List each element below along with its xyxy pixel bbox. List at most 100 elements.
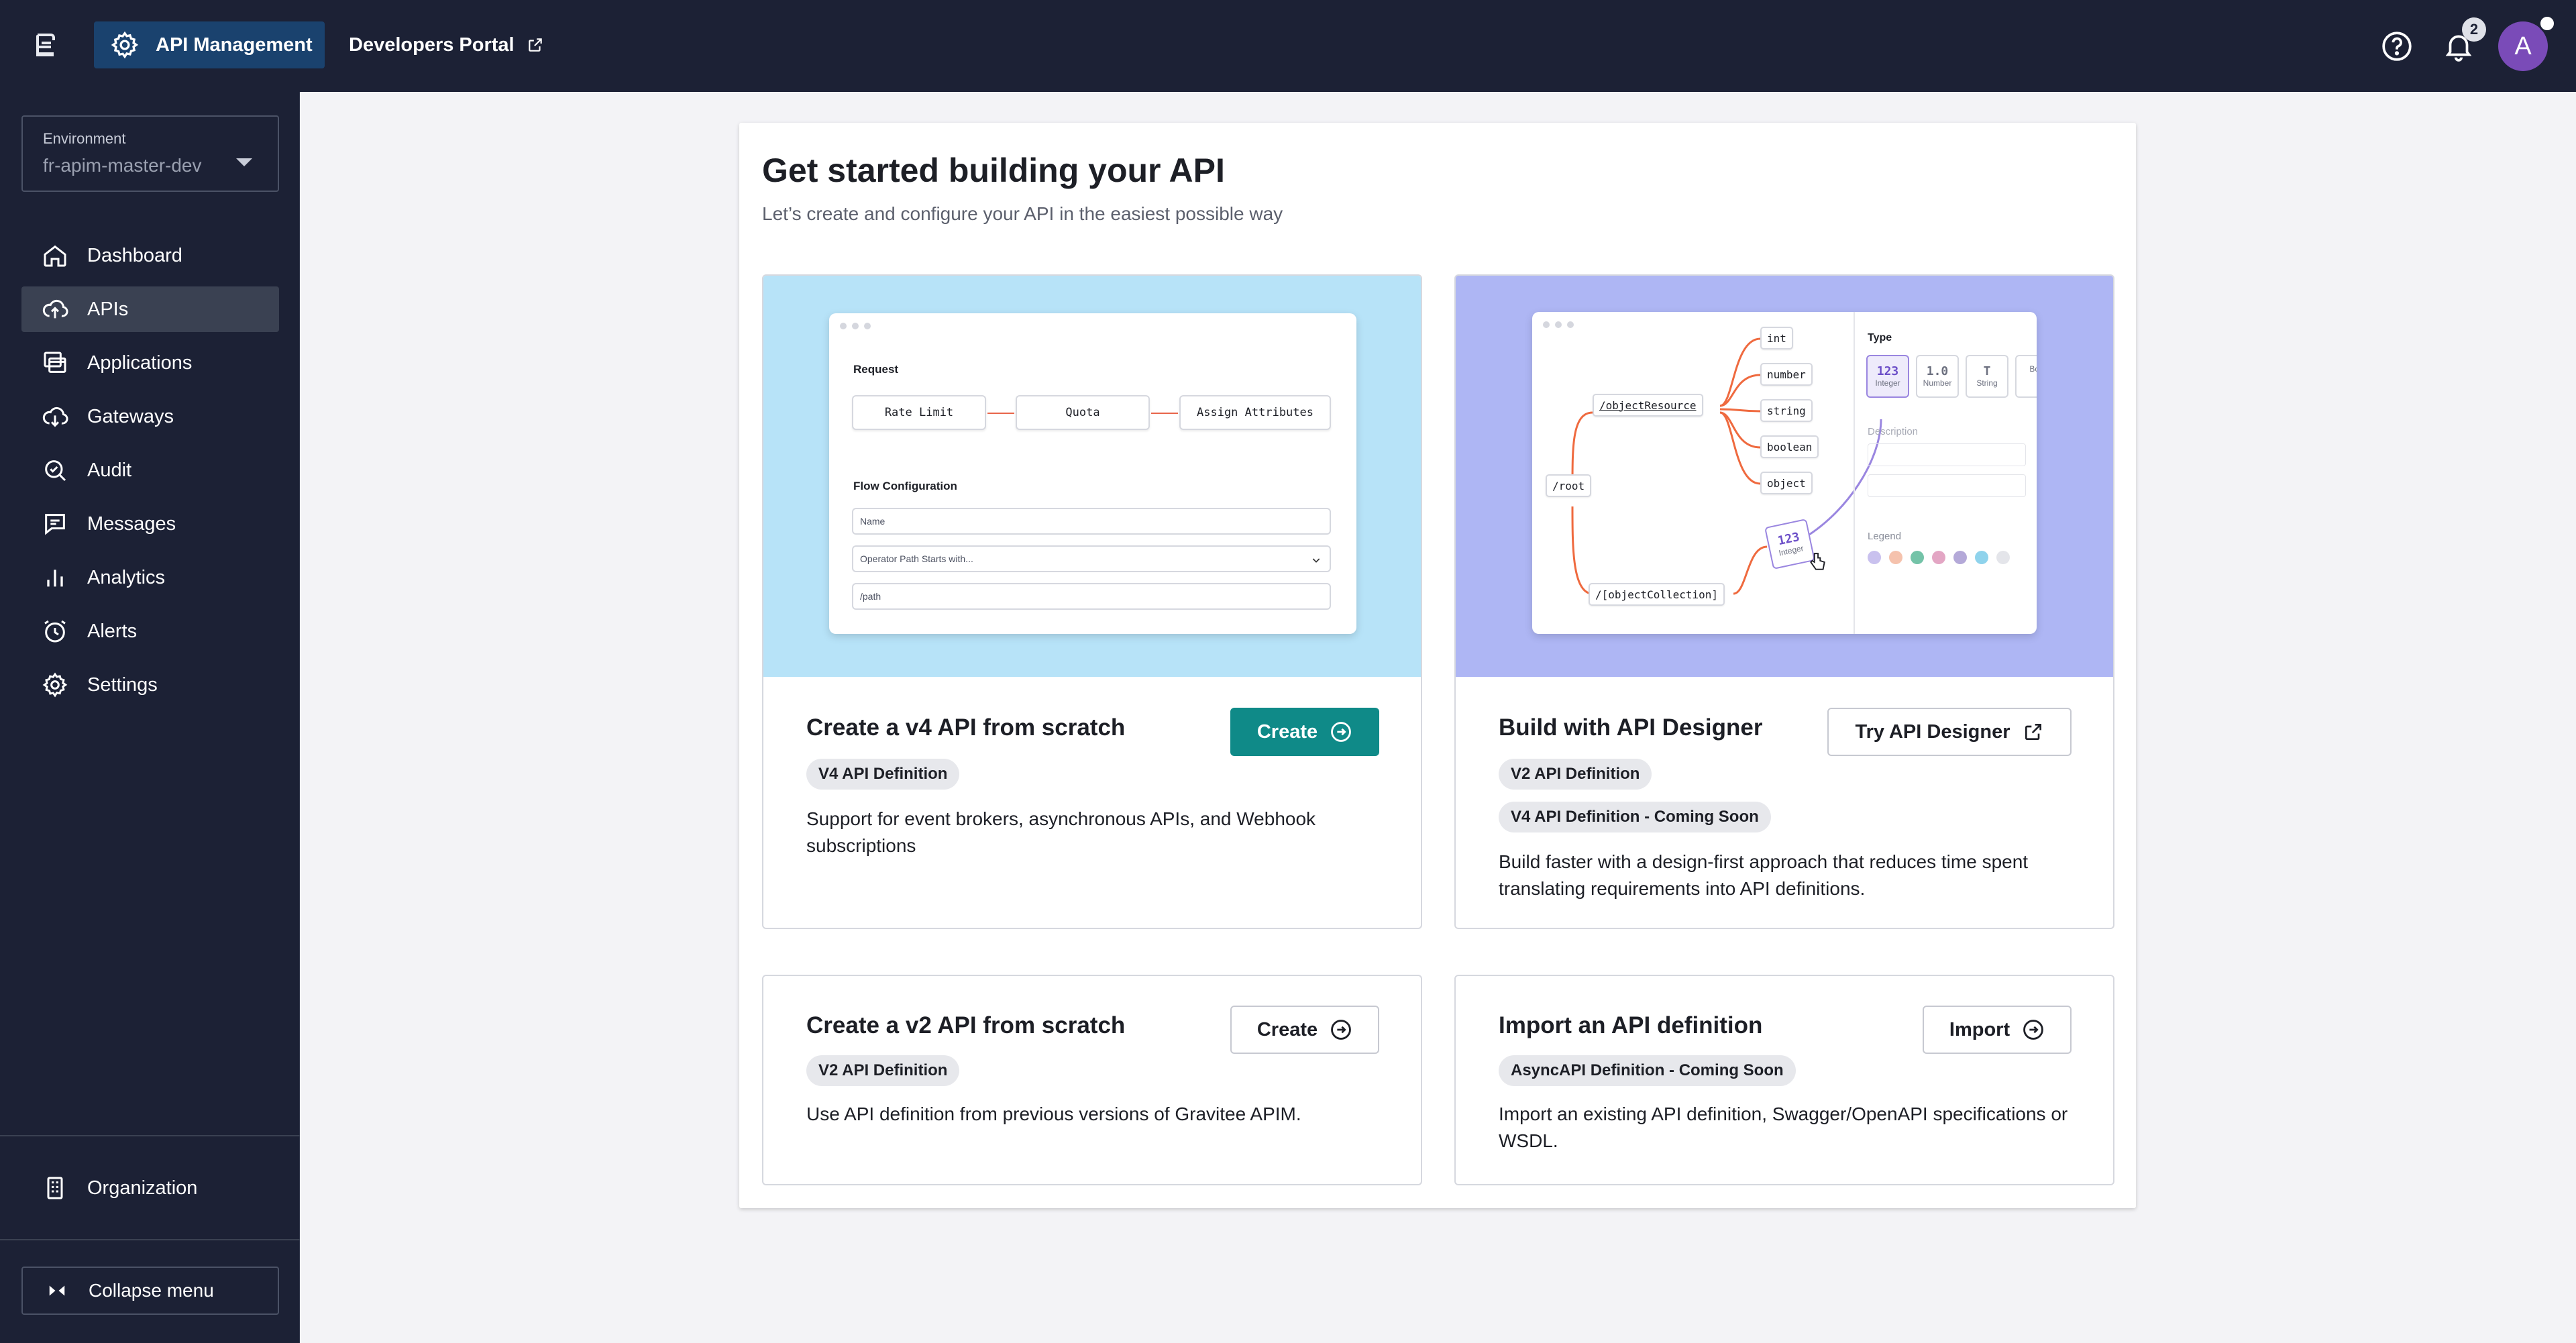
sidebar-item-organization[interactable]: Organization	[21, 1165, 279, 1211]
resource-node: /objectResource	[1593, 394, 1703, 417]
sidebar-item-apis[interactable]: APIs	[21, 286, 279, 332]
option-title: Create a v2 API from scratch	[806, 1012, 1126, 1038]
try-api-designer-label: Try API Designer	[1855, 720, 2010, 743]
sidebar-item-label: Organization	[87, 1177, 198, 1199]
api-management-tab[interactable]: API Management	[94, 21, 325, 68]
designer-illustration: /root /objectResource /[objectCollection…	[1456, 276, 2113, 677]
applications-icon	[44, 352, 66, 373]
legend-swatch	[1868, 551, 1881, 564]
import-button[interactable]: Import	[1923, 1006, 2072, 1054]
collapse-menu-button[interactable]: Collapse menu	[21, 1267, 279, 1315]
external-link-icon	[2025, 724, 2041, 740]
help-icon[interactable]	[2380, 30, 2414, 63]
alarm-clock-icon	[44, 620, 66, 643]
environment-value: fr-apim-master-dev	[43, 155, 202, 176]
option-title: Import an API definition	[1499, 1012, 1763, 1038]
flow-configuration-label: Flow Configuration	[853, 480, 957, 492]
legend-swatch	[1911, 551, 1924, 564]
type-node: number	[1760, 363, 1813, 386]
top-bar: API Management Developers Portal 2 A	[0, 0, 2576, 92]
developers-portal-link[interactable]: Developers Portal	[349, 21, 544, 68]
legend-swatch	[1953, 551, 1967, 564]
gear-icon	[42, 672, 68, 698]
sidebar-item-gateways[interactable]: Gateways	[21, 394, 279, 439]
type-node: int	[1760, 327, 1793, 350]
status-dot	[2538, 15, 2556, 32]
definition-chip: V4 API Definition - Coming Soon	[1499, 802, 1771, 832]
flow-arrow	[1151, 413, 1178, 414]
create-v4-button[interactable]: Create	[1230, 708, 1379, 756]
operator-select: Operator Path Starts with...	[852, 545, 1331, 572]
window-dots	[840, 323, 871, 329]
collection-node: /[objectCollection]	[1589, 583, 1725, 606]
get-started-card: Get started building your API Let’s crea…	[739, 123, 2136, 1208]
option-card-import: Import an API definition AsyncAPI Defini…	[1454, 975, 2114, 1185]
gravitee-logo[interactable]	[30, 30, 62, 62]
caret-down-icon	[236, 158, 252, 166]
option-description: Import an existing API definition, Swagg…	[1499, 1104, 2068, 1151]
option-title: Build with API Designer	[1499, 714, 1763, 741]
sidebar-item-audit[interactable]: Audit	[21, 447, 279, 493]
root-node: /root	[1546, 474, 1592, 497]
environment-select[interactable]: Environment fr-apim-master-dev	[21, 115, 279, 192]
option-description: Use API definition from previous version…	[806, 1104, 1301, 1124]
type-tile-boolean: Boo	[2015, 355, 2037, 398]
page-subtitle: Let’s create and configure your API in t…	[762, 203, 1283, 224]
type-node: string	[1760, 399, 1813, 422]
description-field	[1868, 443, 2026, 466]
sidebar-item-analytics[interactable]: Analytics	[21, 555, 279, 600]
sidebar-item-messages[interactable]: Messages	[21, 501, 279, 547]
create-v2-button[interactable]: Create	[1230, 1006, 1379, 1054]
try-api-designer-button[interactable]: Try API Designer	[1827, 708, 2072, 756]
notification-badge: 2	[2462, 17, 2486, 42]
definition-chip: V2 API Definition	[806, 1055, 960, 1086]
v4-illustration: Request Rate Limit Quota Assign Attribut…	[763, 276, 1421, 677]
external-link-icon	[528, 38, 542, 52]
organization-icon	[47, 1177, 63, 1199]
operator-label: Operator Path Starts with...	[860, 553, 973, 564]
definition-chip: V4 API Definition	[806, 759, 960, 790]
request-label: Request	[853, 363, 899, 376]
sidebar-item-settings[interactable]: Settings	[21, 662, 279, 708]
sidebar-item-alerts[interactable]: Alerts	[21, 608, 279, 654]
option-title: Create a v4 API from scratch	[806, 714, 1126, 741]
gear-icon	[111, 31, 139, 59]
collapse-icon	[49, 1285, 65, 1296]
sidebar-item-label: Dashboard	[87, 244, 182, 266]
arrow-right-circle-icon	[1331, 722, 1352, 742]
environment-label: Environment	[43, 130, 126, 147]
type-glyph: 123	[1876, 364, 1899, 378]
type-glyph: T	[1983, 364, 1991, 378]
step-quota: Quota	[1016, 395, 1150, 430]
developers-portal-label: Developers Portal	[349, 34, 515, 56]
type-node: object	[1760, 472, 1813, 494]
bar-chart-icon	[47, 570, 63, 587]
step-rate-limit: Rate Limit	[852, 395, 986, 430]
message-icon	[45, 514, 65, 535]
step-assign-attributes: Assign Attributes	[1179, 395, 1331, 430]
arrow-right-circle-icon	[1331, 1020, 1352, 1040]
sidebar-item-label: Settings	[87, 674, 158, 696]
chevron-down-icon	[1312, 558, 1320, 563]
sidebar-item-label: Messages	[87, 513, 176, 535]
cloud-upload-icon	[42, 299, 68, 319]
audit-search-icon	[45, 460, 66, 482]
legend-swatch	[1932, 551, 1945, 564]
sidebar-item-dashboard[interactable]: Dashboard	[21, 233, 279, 278]
sidebar-item-label: Gateways	[87, 405, 174, 427]
page-title: Get started building your API	[762, 152, 1225, 189]
type-label: Type	[1868, 332, 1892, 343]
sidebar-item-applications[interactable]: Applications	[21, 340, 279, 386]
v4-mock-window: Request Rate Limit Quota Assign Attribut…	[829, 313, 1356, 634]
import-label: Import	[1949, 1018, 2010, 1040]
type-tile-integer: 123 Integer	[1866, 355, 1909, 398]
arrow-right-circle-icon	[2023, 1020, 2043, 1040]
sidebar-item-label: APIs	[87, 298, 129, 320]
option-description: Support for event brokers, asynchronous …	[806, 808, 1316, 856]
cloud-download-icon	[42, 407, 68, 427]
option-card-designer: /root /objectResource /[objectCollection…	[1454, 274, 2114, 929]
sidebar-item-label: Applications	[87, 352, 193, 374]
type-name: Number	[1923, 378, 1952, 388]
sidebar: Environment fr-apim-master-dev Dashboard…	[0, 92, 300, 1343]
option-description: Build faster with a design-first approac…	[1499, 851, 2029, 899]
